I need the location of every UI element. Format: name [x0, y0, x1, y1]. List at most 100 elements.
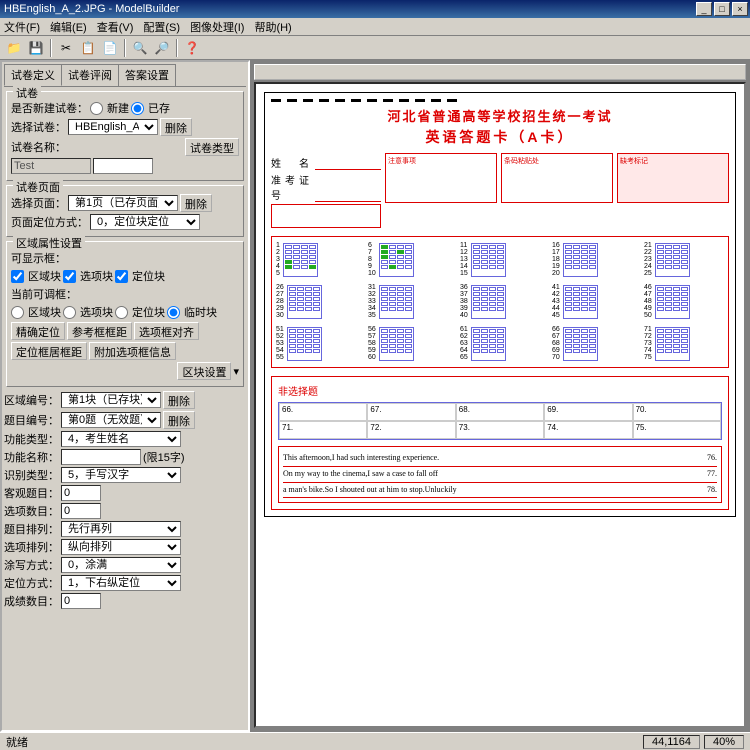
- tb-save-icon[interactable]: 💾: [26, 38, 46, 58]
- status-coords: 44,1164: [643, 735, 700, 749]
- r-option[interactable]: [63, 306, 76, 319]
- btn-locdist[interactable]: 定位框居框距: [11, 342, 87, 360]
- question-block: 5657585960: [368, 327, 448, 361]
- essay-cell: 66.: [279, 403, 367, 421]
- paper-type-button[interactable]: 试卷类型: [185, 138, 239, 156]
- f-locmode-select[interactable]: 1，下右纵定位: [61, 575, 181, 591]
- id-grid: [271, 204, 381, 228]
- f-rectype-select[interactable]: 5，手写汉字: [61, 467, 181, 483]
- r-locate[interactable]: [115, 306, 128, 319]
- tab-define[interactable]: 试卷定义: [4, 64, 62, 86]
- f-functype-select[interactable]: 4，考生姓名: [61, 431, 181, 447]
- f-qnum-del[interactable]: 删除: [163, 411, 195, 429]
- btn-precise[interactable]: 精确定位: [11, 322, 65, 340]
- btn-addinfo[interactable]: 附加选项框信息: [89, 342, 176, 360]
- preview-viewport[interactable]: 河北省普通高等学校招生统一考试 英语答题卡（A卡） 姓 名 准考证号 注意事项 …: [254, 82, 746, 728]
- paper-name-input[interactable]: [93, 158, 153, 174]
- select-page-label: 选择页面：: [11, 195, 66, 211]
- essay-text: This afternoon,I had such interesting ex…: [278, 446, 722, 503]
- tb-paste-icon[interactable]: 📋: [78, 38, 98, 58]
- panel-tabs: 试卷定义 试卷评阅 答案设置: [4, 64, 246, 87]
- name-field: [315, 155, 381, 170]
- f-optcount-label: 选项数目：: [4, 503, 59, 519]
- menu-config[interactable]: 配置(S): [143, 19, 180, 35]
- properties-panel: 试卷定义 试卷评阅 答案设置 试卷 是否新建试卷： 新建 已存 选择试卷： HB…: [0, 60, 250, 732]
- title-bar: HBEnglish_A_2.JPG - ModelBuilder _ □ ×: [0, 0, 750, 18]
- chk-region[interactable]: [11, 270, 24, 283]
- group-page: 试卷页面 选择页面： 第1页（已存页面） 删除 页面定位方式： 0，定位块定位: [6, 185, 244, 237]
- menu-view[interactable]: 查看(V): [97, 19, 134, 35]
- f-funcname-label: 功能名称：: [4, 449, 59, 465]
- r-temp[interactable]: [167, 306, 180, 319]
- preview-panel: 河北省普通高等学校招生统一考试 英语答题卡（A卡） 姓 名 准考证号 注意事项 …: [250, 60, 750, 732]
- question-block: 2122232425: [644, 243, 724, 277]
- essay-cell: 69.: [544, 403, 632, 421]
- answer-sheet: 河北省普通高等学校招生统一考试 英语答题卡（A卡） 姓 名 准考证号 注意事项 …: [264, 92, 736, 517]
- f-funcname-input[interactable]: [61, 449, 141, 465]
- f-score-input[interactable]: [61, 593, 101, 609]
- minimize-button[interactable]: _: [696, 2, 712, 16]
- tb-open-icon[interactable]: 📁: [4, 38, 24, 58]
- menu-help[interactable]: 帮助(H): [254, 19, 291, 35]
- essay-title: 非选择题: [278, 383, 722, 398]
- paper-name-label: 试卷名称：: [11, 139, 66, 155]
- chk-option[interactable]: [63, 270, 76, 283]
- btn-blockset[interactable]: 区块设置: [177, 362, 231, 380]
- question-block: 678910: [368, 243, 448, 277]
- btn-align[interactable]: 选项框对齐: [134, 322, 199, 340]
- select-page[interactable]: 第1页（已存页面）: [68, 195, 178, 211]
- tb-copy-icon[interactable]: 📄: [100, 38, 120, 58]
- radio-new-label: 新建: [107, 100, 129, 116]
- select-locate[interactable]: 0，定位块定位: [90, 214, 200, 230]
- main-area: 试卷定义 试卷评阅 答案设置 试卷 是否新建试卷： 新建 已存 选择试卷： HB…: [0, 60, 750, 732]
- f-qnum-label: 题目编号：: [4, 412, 59, 428]
- tb-zoomin-icon[interactable]: 🔍: [130, 38, 150, 58]
- tb-help-icon[interactable]: ❓: [182, 38, 202, 58]
- menu-image[interactable]: 图像处理(I): [190, 19, 244, 35]
- chk-locate[interactable]: [115, 270, 128, 283]
- f-region-label: 区域编号：: [4, 392, 59, 408]
- f-fill-select[interactable]: 0，涂满: [61, 557, 181, 573]
- f-optcount-input[interactable]: [61, 503, 101, 519]
- menu-file[interactable]: 文件(F): [4, 19, 40, 35]
- tab-answer[interactable]: 答案设置: [118, 64, 176, 86]
- delete-paper-button[interactable]: 删除: [160, 118, 192, 136]
- f-qnum-select[interactable]: 第0题（无效题）: [61, 412, 161, 428]
- question-block: 1617181920: [552, 243, 632, 277]
- adjust-frame-label: 当前可调框：: [11, 286, 77, 302]
- tb-zoomout-icon[interactable]: 🔎: [152, 38, 172, 58]
- question-block: 5152535455: [276, 327, 356, 361]
- sheet-student-info: 姓 名 准考证号: [271, 153, 381, 228]
- dropdown-icon[interactable]: ▾: [233, 365, 239, 378]
- chk-region-label: 区域块: [28, 268, 61, 284]
- group-title: 试卷: [13, 85, 41, 101]
- radio-exist[interactable]: [131, 102, 144, 115]
- r-region-label: 区域块: [28, 304, 61, 320]
- f-objcount-input[interactable]: [61, 485, 101, 501]
- chk-locate-label: 定位块: [132, 268, 165, 284]
- f-region-del[interactable]: 删除: [163, 391, 195, 409]
- question-block: 3637383940: [460, 285, 540, 319]
- select-paper[interactable]: HBEnglish_A: [68, 119, 158, 135]
- maximize-button[interactable]: □: [714, 2, 730, 16]
- status-bar: 就绪 44,1164 40%: [0, 732, 750, 750]
- f-region-select[interactable]: 第1块（已存块）: [61, 392, 161, 408]
- close-button[interactable]: ×: [732, 2, 748, 16]
- f-qorder-label: 题目排列：: [4, 521, 59, 537]
- f-qorder-select[interactable]: 先行再列: [61, 521, 181, 537]
- locate-label: 页面定位方式：: [11, 214, 88, 230]
- f-fill-label: 涂写方式：: [4, 557, 59, 573]
- tb-cut-icon[interactable]: ✂: [56, 38, 76, 58]
- radio-new[interactable]: [90, 102, 103, 115]
- timing-marks-top: [271, 99, 729, 102]
- btn-refdist[interactable]: 参考框框距: [67, 322, 132, 340]
- tab-review[interactable]: 试卷评阅: [61, 64, 119, 86]
- r-region[interactable]: [11, 306, 24, 319]
- toolbar-separator: [124, 39, 126, 57]
- sheet-title-2: 英语答题卡（A卡）: [271, 127, 729, 147]
- f-optorder-select[interactable]: 纵向排列: [61, 539, 181, 555]
- delete-page-button[interactable]: 删除: [180, 194, 212, 212]
- menu-edit[interactable]: 编辑(E): [50, 19, 87, 35]
- timing-mark: [271, 99, 281, 102]
- essay-cell: 74.: [544, 421, 632, 439]
